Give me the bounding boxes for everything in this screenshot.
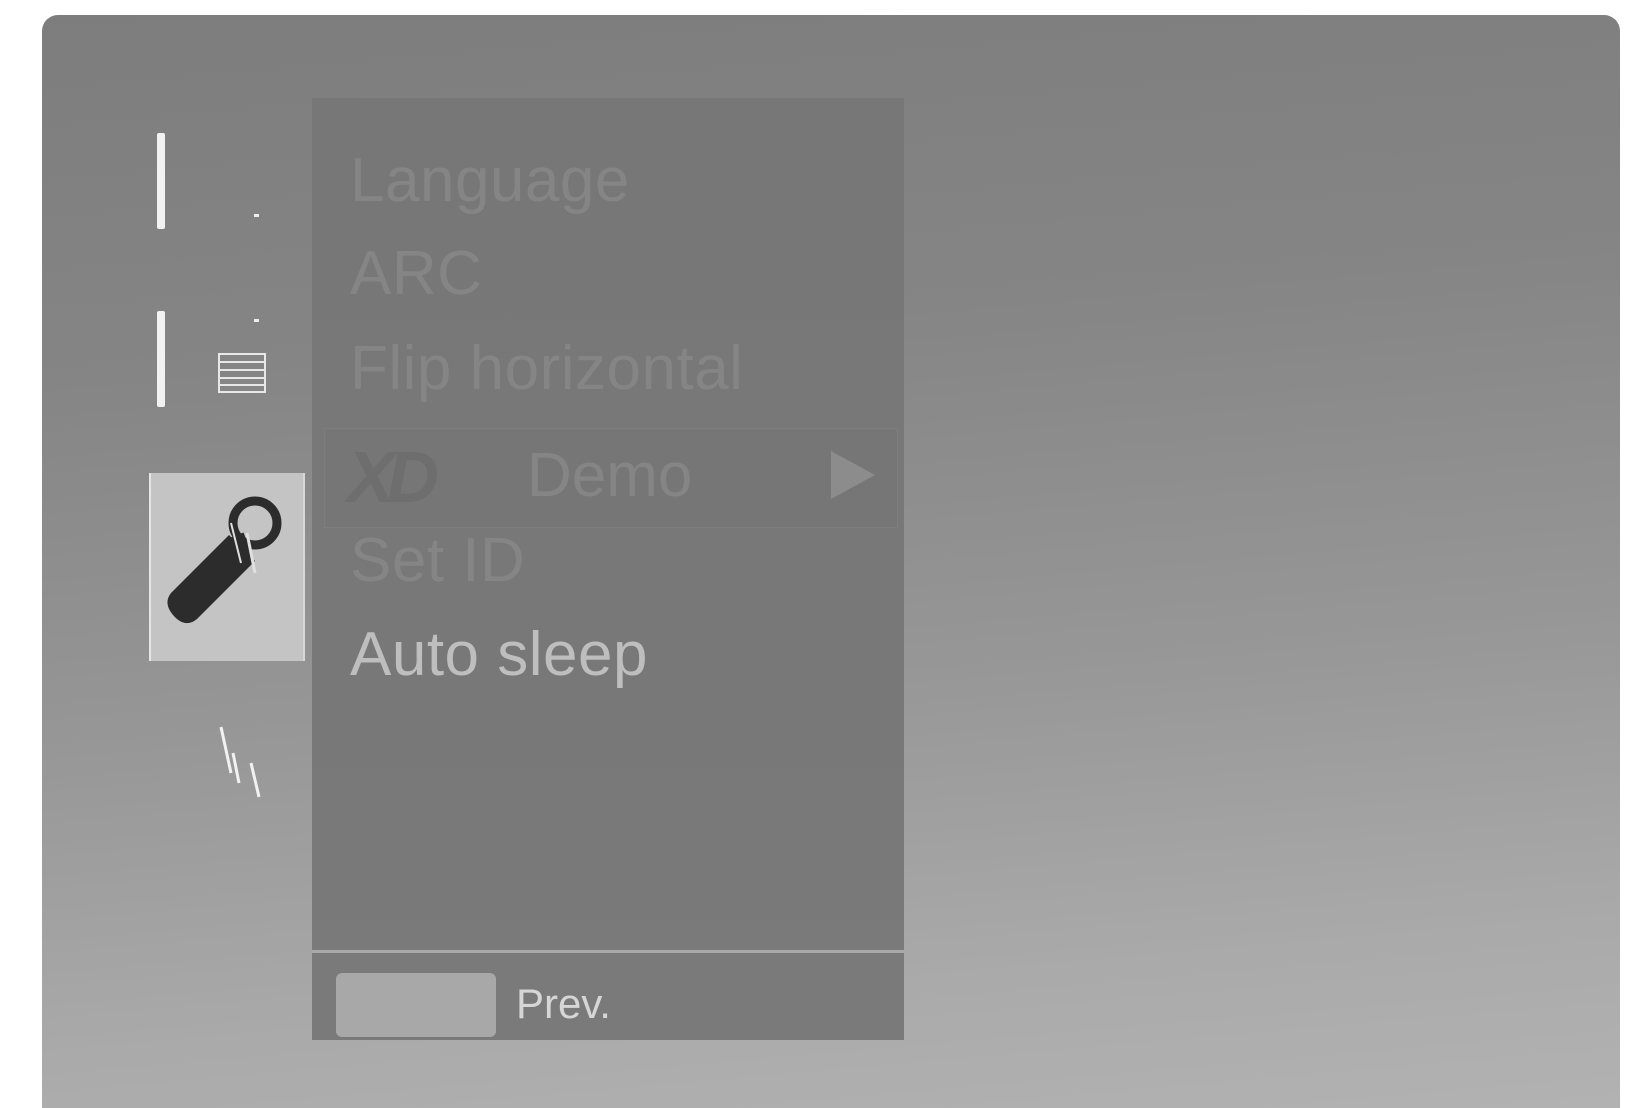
option-menu-icon[interactable] — [218, 353, 266, 398]
submenu-arrow-icon — [831, 451, 875, 499]
picture-tab-icon[interactable] — [157, 133, 165, 229]
menu-item-language[interactable]: Language — [350, 146, 630, 216]
option-tab-dot — [254, 319, 259, 322]
tv-osd-screen: Language ARC Flip horizontal XD Demo Set… — [42, 15, 1620, 1108]
prev-label: Prev. — [516, 980, 611, 1027]
menu-item-xd-demo[interactable]: XD Demo — [324, 428, 898, 528]
footer-divider — [312, 950, 904, 953]
menu-item-arc[interactable]: ARC — [350, 239, 482, 309]
option-tab-bar[interactable] — [157, 311, 165, 407]
tool-icon — [167, 496, 282, 624]
audio-tab-icon[interactable] — [217, 723, 267, 803]
tool-tab-selected[interactable] — [149, 473, 305, 661]
menu-item-flip-horizontal[interactable]: Flip horizontal — [350, 334, 743, 404]
menu-item-auto-sleep[interactable]: Auto sleep — [350, 620, 648, 690]
setup-menu-panel: Language ARC Flip horizontal XD Demo Set… — [312, 98, 904, 1040]
menu-item-set-id[interactable]: Set ID — [350, 526, 525, 596]
menu-item-label: Demo — [527, 441, 693, 510]
xd-logo: XD — [347, 438, 439, 518]
picture-tab-dot — [254, 214, 259, 217]
prev-button-key[interactable] — [336, 973, 496, 1037]
